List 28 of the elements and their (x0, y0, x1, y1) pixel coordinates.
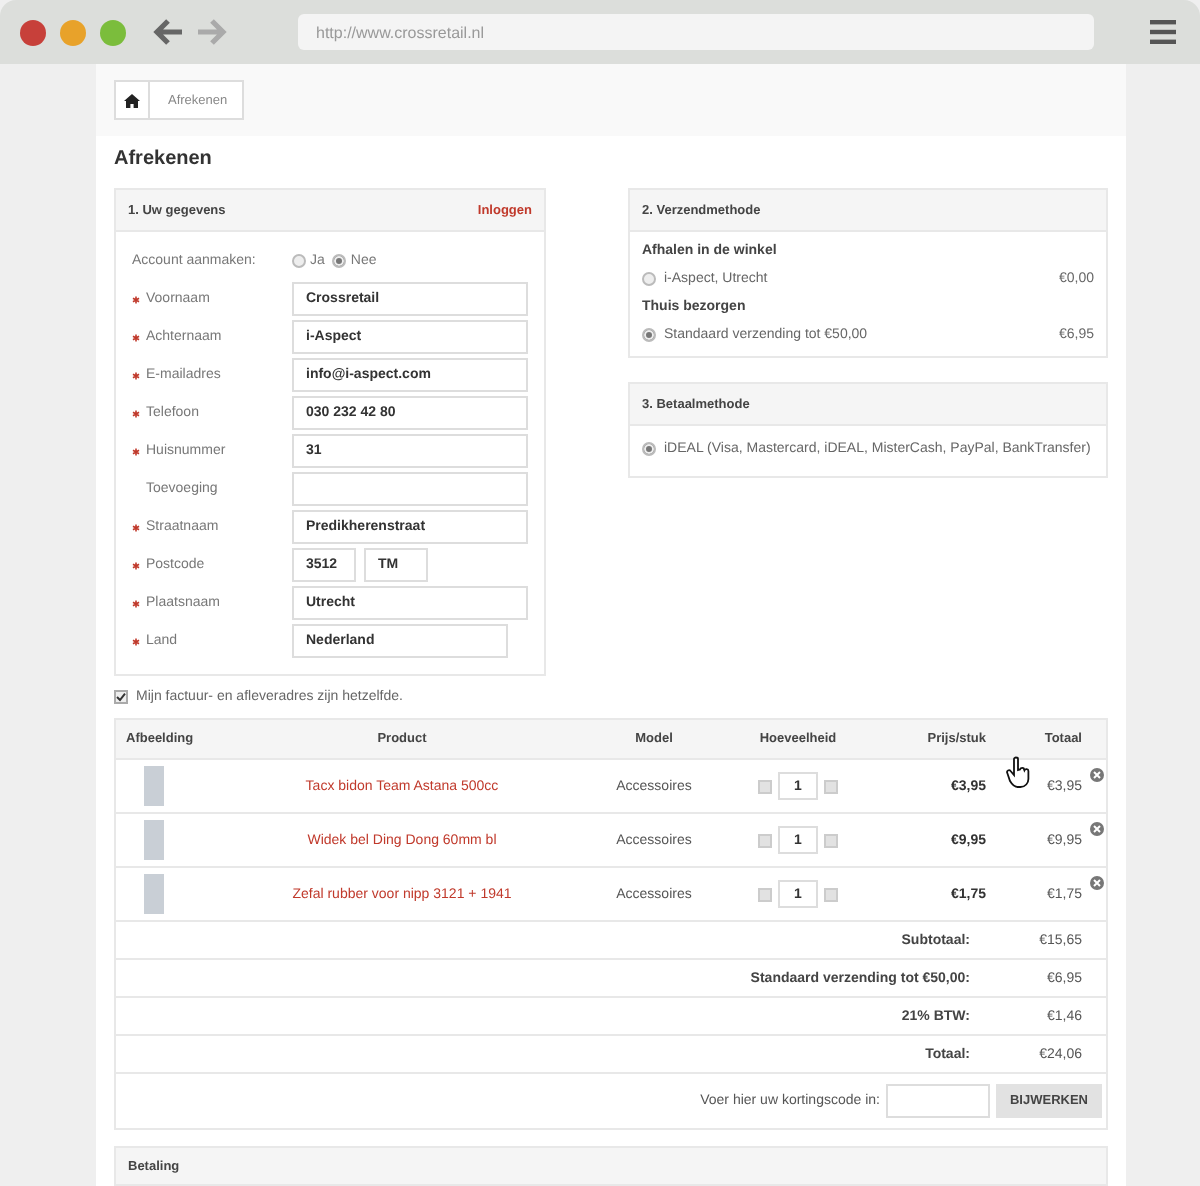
checkbox[interactable] (114, 690, 128, 704)
increase-button[interactable] (824, 887, 838, 901)
minimize-window-icon[interactable] (60, 19, 86, 45)
product-photo-placeholder (144, 820, 164, 860)
product-photo-placeholder (144, 874, 164, 914)
close-window-icon[interactable] (20, 19, 46, 45)
remove-icon[interactable] (1090, 876, 1104, 890)
radio-button[interactable] (642, 272, 656, 286)
increase-button[interactable] (824, 833, 838, 847)
decrease-button[interactable] (758, 779, 772, 793)
home-icon[interactable] (124, 93, 140, 107)
decrease-button[interactable] (758, 887, 772, 901)
radio-button[interactable] (292, 254, 306, 268)
radio-button[interactable] (642, 442, 656, 456)
coupon-input-field[interactable] (885, 1084, 990, 1118)
increase-button[interactable] (824, 779, 838, 793)
decrease-button[interactable] (758, 833, 772, 847)
radio-button[interactable] (642, 328, 656, 342)
remove-icon[interactable] (1090, 822, 1104, 836)
maximize-window-icon[interactable] (100, 19, 126, 45)
back-arrow-icon[interactable] (152, 18, 184, 46)
product-photo-placeholder (144, 766, 164, 806)
page-title: Afrekenen (114, 148, 214, 170)
menu-icon[interactable] (1150, 20, 1176, 44)
input-field[interactable] (292, 472, 528, 506)
forward-arrow-icon[interactable] (196, 18, 228, 46)
remove-icon[interactable] (1090, 768, 1104, 782)
radio-button[interactable] (332, 254, 347, 268)
